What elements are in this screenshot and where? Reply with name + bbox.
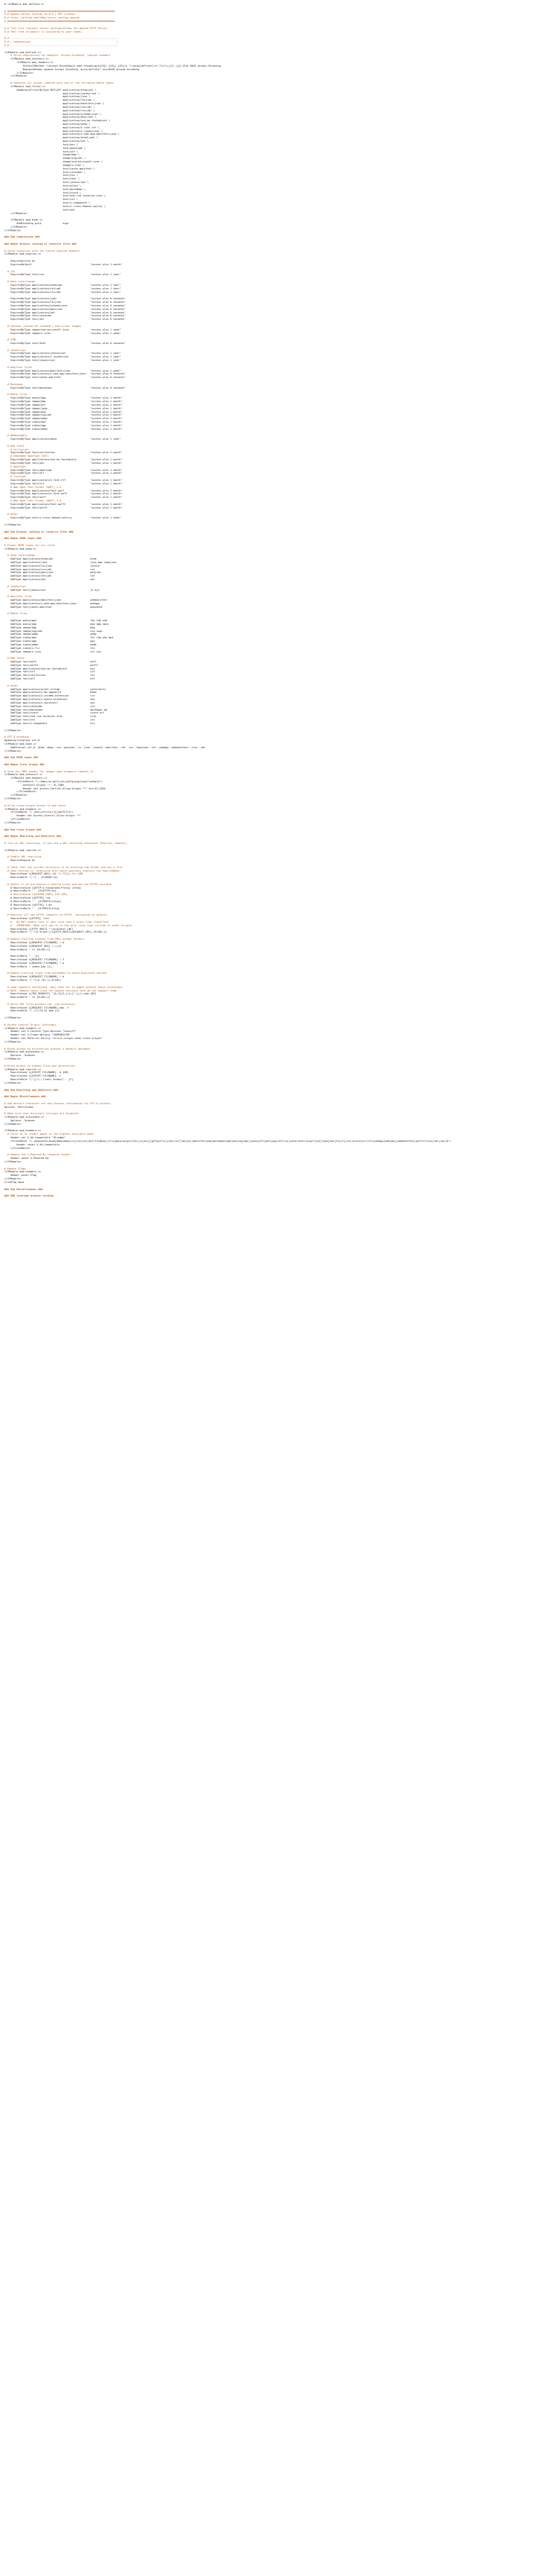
- section-line: ### END Leverage browser caching: [4, 1194, 54, 1198]
- htaccess-code-listing: # <IfModule mod_deflate.c> # ############…: [4, 3, 541, 1198]
